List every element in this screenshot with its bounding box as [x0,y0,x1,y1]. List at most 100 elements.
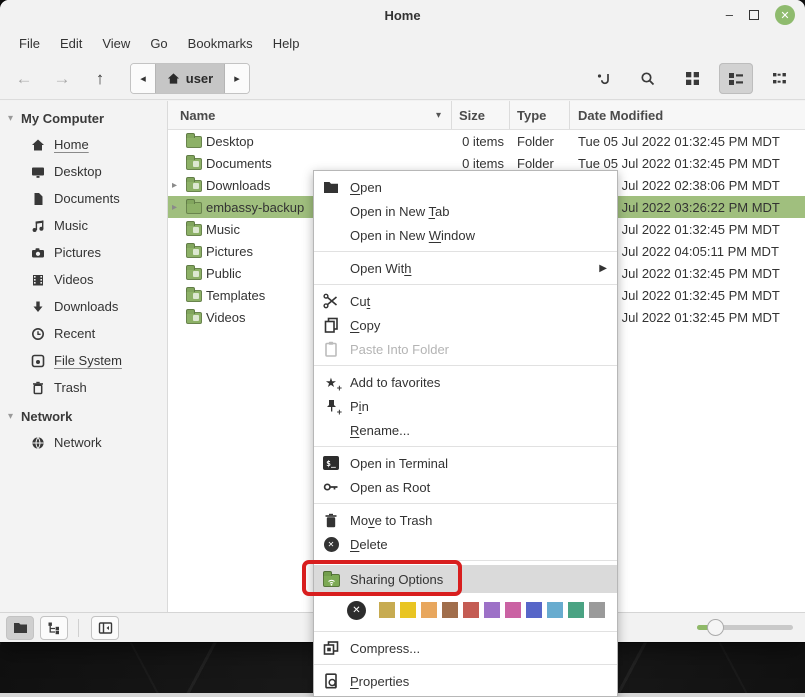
column-header-name[interactable]: Name ▾ [168,101,452,129]
menu-help[interactable]: Help [264,33,309,54]
search-button[interactable] [631,63,665,94]
color-swatch-orange[interactable] [421,602,437,618]
menu-item-open-in-new-window[interactable]: Open in New Window [314,223,617,247]
sidebar-item-file-system[interactable]: File System [0,347,167,374]
list-view-button[interactable] [719,63,753,94]
copy-icon [322,317,340,333]
properties-icon [322,673,340,689]
hide-sidebar-button[interactable] [91,616,119,640]
menu-item-open-as-root[interactable]: Open as Root [314,475,617,499]
menu-item-cut[interactable]: Cut [314,289,617,313]
folder-color-row: ✕ [314,593,617,627]
toggle-location-entry-button[interactable] [587,63,621,94]
color-swatch-pink[interactable] [505,602,521,618]
color-swatch-gray[interactable] [589,602,605,618]
sidebar-item-music[interactable]: Music [0,212,167,239]
color-swatch-blue[interactable] [526,602,542,618]
icon-view-button[interactable] [675,63,709,94]
menu-edit[interactable]: Edit [51,33,91,54]
menu-item-open-with[interactable]: Open With ▶ [314,256,617,280]
back-button[interactable]: ← [10,65,38,93]
search-icon [640,71,656,87]
music-note-icon [30,218,45,233]
menu-item-move-to-trash[interactable]: Move to Trash [314,508,617,532]
sidebar-section-my-computer[interactable]: ▾ My Computer [0,105,167,131]
zoom-slider-handle[interactable] [707,619,724,636]
download-arrow-icon [30,299,45,314]
up-button[interactable]: ↑ [86,65,114,93]
menu-item-open[interactable]: Open [314,175,617,199]
film-icon [30,272,45,287]
sidebar-item-downloads[interactable]: Downloads [0,293,167,320]
submenu-arrow-icon: ▶ [599,263,607,274]
maximize-button[interactable] [749,10,759,20]
expander-icon[interactable]: ▸ [172,180,184,191]
menu-file[interactable]: File [10,33,49,54]
sidebar-item-pictures[interactable]: Pictures [0,239,167,266]
show-places-button[interactable] [6,616,34,640]
column-header-date-modified[interactable]: Date Modified [570,101,805,129]
titlebar[interactable]: Home – ✕ [0,0,805,30]
compact-view-button[interactable] [763,63,797,94]
clipboard-icon [322,341,340,357]
color-swatch-sand[interactable] [379,602,395,618]
sidebar-item-trash[interactable]: Trash [0,374,167,401]
window-title: Home [384,8,420,23]
menu-item-rename[interactable]: Rename... [314,418,617,442]
menu-item-open-in-new-tab[interactable]: Open in New Tab [314,199,617,223]
menu-item-compress[interactable]: Compress... [314,636,617,660]
drive-icon [30,353,45,368]
menu-item-copy[interactable]: Copy [314,313,617,337]
desktop-icon [30,164,45,179]
column-header-type[interactable]: Type [510,101,570,129]
breadcrumb-next-button[interactable]: ▸ [225,64,249,93]
separator [314,365,617,366]
file-row[interactable]: Desktop 0 items Folder Tue 05 Jul 2022 0… [168,130,805,152]
zoom-slider[interactable] [697,625,793,630]
sidebar-item-videos[interactable]: Videos [0,266,167,293]
folder-icon [186,290,202,302]
sidebar-item-recent[interactable]: Recent [0,320,167,347]
sidebar: ▾ My Computer Home Desktop Documents [0,101,168,612]
folder-icon [186,268,202,280]
sidebar-section-network[interactable]: ▾ Network [0,403,167,429]
divider [78,619,79,637]
color-swatch-cyan[interactable] [547,602,563,618]
annotation-highlight-sharing-options [302,560,462,596]
menu-view[interactable]: View [93,33,139,54]
column-header-size[interactable]: Size [452,101,510,129]
minimize-button[interactable]: – [726,10,733,20]
sidebar-item-home[interactable]: Home [0,131,167,158]
sidebar-item-network[interactable]: Network [0,429,167,456]
breadcrumb-prev-button[interactable]: ◂ [131,64,155,93]
document-icon [30,191,45,206]
separator [314,446,617,447]
pin-plus-icon: + [322,398,340,414]
menu-item-delete[interactable]: ✕ Delete [314,532,617,556]
menu-item-add-to-favorites[interactable]: ★ + Add to favorites [314,370,617,394]
camera-icon [30,245,45,260]
menu-go[interactable]: Go [141,33,176,54]
menu-item-open-in-terminal[interactable]: $_ Open in Terminal [314,451,617,475]
show-treeview-button[interactable] [40,616,68,640]
compress-icon [322,640,340,656]
close-button[interactable]: ✕ [775,5,795,25]
color-swatch-red[interactable] [463,602,479,618]
color-swatch-brown[interactable] [442,602,458,618]
sidebar-item-desktop[interactable]: Desktop [0,158,167,185]
folder-icon [186,158,202,170]
collapse-icon: ▾ [8,113,13,124]
breadcrumb-current-button[interactable]: user [155,64,225,93]
color-swatch-purple[interactable] [484,602,500,618]
menu-item-paste-into-folder[interactable]: Paste Into Folder [314,337,617,361]
menu-item-pin[interactable]: + Pin [314,394,617,418]
clock-icon [30,326,45,341]
color-swatch-teal[interactable] [568,602,584,618]
sidebar-item-documents[interactable]: Documents [0,185,167,212]
forward-button[interactable]: → [48,65,76,93]
expander-icon[interactable]: ▸ [172,202,184,213]
menu-item-properties[interactable]: Properties [314,669,617,693]
menu-bookmarks[interactable]: Bookmarks [179,33,262,54]
clear-color-button[interactable]: ✕ [347,601,366,620]
color-swatch-gold[interactable] [400,602,416,618]
